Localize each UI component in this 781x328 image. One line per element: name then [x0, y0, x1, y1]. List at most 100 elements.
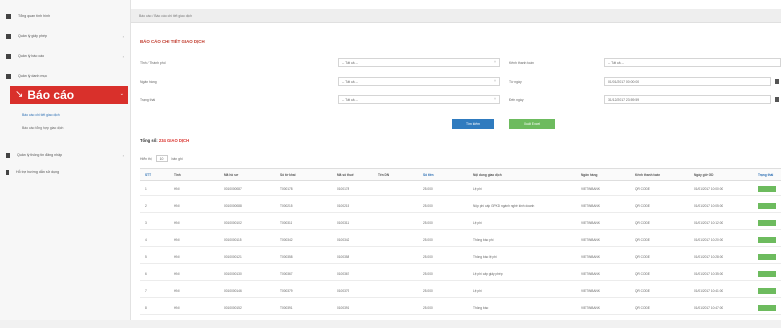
sidebar-item-label: Quản lý thông tin đăng nhập [17, 153, 63, 157]
sidebar-subitem-summary-report[interactable]: Báo cáo tổng hợp giao dịch [22, 126, 63, 130]
column-header[interactable]: Nội dung giao dịch [473, 173, 502, 177]
column-header[interactable]: Ngày giờ GD [694, 173, 713, 177]
sidebar-item-label: Quản lý danh mục [18, 74, 48, 78]
calendar-icon[interactable] [775, 79, 779, 84]
table-cell: 0010000102 [224, 221, 242, 225]
folder-icon [6, 73, 11, 79]
table-cell: 0100178 [337, 187, 350, 191]
chevron-down-icon: › [122, 153, 124, 158]
table-cell: 0010000130 [224, 272, 242, 276]
page-size-prefix: Hiển thị [140, 156, 152, 161]
table-cell: 0100342 [337, 238, 350, 242]
from-date-input[interactable]: 01/01/2017 00:00:00 [604, 77, 771, 86]
page-size-suffix: bản ghi [171, 156, 183, 161]
breadcrumb-text[interactable]: Báo cáo / Báo cáo chi tiết giao dịch [139, 14, 192, 18]
column-header[interactable]: Mã hồ sơ [224, 173, 238, 177]
bank-select-value: -- Tất cả -- [342, 79, 358, 84]
province-select[interactable]: -- Tất cả -- ˅ [338, 58, 500, 67]
sidebar-item-label: Hỗ trợ hướng dẫn sử dụng [16, 170, 60, 174]
table-row[interactable]: 2 HNI 0010000088 T000215 0100215 25.000 Nộp ph… [140, 199, 781, 213]
status-badge [758, 220, 776, 226]
column-header[interactable]: Trạng thái [758, 173, 773, 177]
table-cell: T000358 [280, 255, 293, 259]
table-cell: 0010000115 [224, 238, 242, 242]
status-badge [758, 305, 776, 311]
table-cell: T000311 [280, 221, 293, 225]
column-header[interactable]: Tỉnh [174, 173, 181, 177]
status-badge [758, 271, 776, 277]
table-cell: HNI [174, 238, 180, 242]
table-cell: HNI [174, 306, 180, 310]
table-cell: 0010000146 [224, 289, 242, 293]
chevron-down-icon: ˅ [494, 60, 496, 64]
table-cell: 0010000087 [224, 187, 242, 191]
chevron-down-icon: ⌄ [119, 91, 124, 97]
table-cell: HNI [174, 204, 180, 208]
sidebar-item-reports[interactable]: ↘ Báo cáo ⌄ [10, 86, 128, 104]
to-date-input[interactable]: 31/12/2017 23:59:59 [604, 95, 771, 104]
sidebar-subitem-detail-report[interactable]: Báo cáo chi tiết giao dịch [22, 113, 60, 117]
sidebar-item-label: Tổng quan tình hình [18, 14, 51, 18]
column-header[interactable]: Kênh thanh toán [635, 173, 660, 177]
chevron-down-icon: › [122, 54, 124, 59]
list-icon [6, 33, 11, 39]
table-cell: 25.000 [423, 272, 433, 276]
payment-channel-select[interactable]: -- Tất cả -- [604, 58, 781, 67]
bank-select[interactable]: -- Tất cả -- ˅ [338, 77, 500, 86]
table-cell: Lệ phí [473, 289, 482, 293]
page-size-control: Hiển thị 10 bản ghi [140, 155, 183, 162]
table-cell: T000379 [280, 289, 293, 293]
chevron-down-icon: ˅ [494, 79, 496, 83]
table-row[interactable]: 8 HNI 0010000152 T000391 0100391 25.000 Thông … [140, 301, 781, 315]
calendar-icon[interactable] [775, 97, 779, 102]
table-cell: 7 [145, 289, 147, 293]
chevron-down-icon: ˅ [494, 97, 496, 101]
sidebar: Tổng quan tình hình Quản lý giấy phép › … [0, 0, 131, 320]
column-header[interactable]: Ngân hàng [581, 173, 597, 177]
table-cell: VIETINBANK [581, 306, 600, 310]
column-header[interactable]: Tên DN [378, 173, 389, 177]
column-header[interactable]: Số tiền [423, 173, 434, 177]
sidebar-item-catalog[interactable]: Quản lý danh mục [0, 69, 131, 83]
table-cell: VIETINBANK [581, 289, 600, 293]
table-cell: VIETINBANK [581, 238, 600, 242]
province-select-value: -- Tất cả -- [342, 60, 358, 65]
breadcrumb: Báo cáo / Báo cáo chi tiết giao dịch [131, 9, 781, 23]
status-label: Trạng thái [140, 98, 156, 102]
table-cell: T000178 [280, 187, 293, 191]
table-cell: VIETINBANK [581, 255, 600, 259]
table-cell: 6 [145, 272, 147, 276]
table-cell: Nộp phí cấp GPKD ngành nghề kinh doanh [473, 204, 535, 208]
table-cell: 0100215 [337, 204, 350, 208]
page-size-select[interactable]: 10 [155, 155, 168, 162]
results-count: 234 GIAO DỊCH [158, 138, 190, 143]
table-cell: 8 [145, 306, 147, 310]
table-cell: 25.000 [423, 238, 433, 242]
export-excel-button[interactable]: Xuất Excel [509, 119, 555, 129]
table-row[interactable]: 6 HNI 0010000130 T000367 0100367 25.000 Lệ phí… [140, 267, 781, 281]
column-header[interactable]: Mã số thuế [337, 173, 354, 177]
page-title: BÁO CÁO CHI TIẾT GIAO DỊCH [140, 39, 205, 44]
table-cell: 01/01/2017 10:47:00 [694, 306, 724, 310]
sidebar-item-account[interactable]: Quản lý thông tin đăng nhập › [0, 148, 131, 162]
table-row[interactable]: 5 HNI 0010000121 T000358 0100358 25.000 Thông … [140, 250, 781, 264]
to-date-value: 31/12/2017 23:59:59 [608, 97, 640, 102]
table-row[interactable]: 1 HNI 0010000087 T000178 0100178 25.000 Lệ phí… [140, 182, 781, 196]
status-badge [758, 237, 776, 243]
table-cell: 5 [145, 255, 147, 259]
column-header[interactable]: Số tờ khai [280, 173, 296, 177]
sidebar-item-overview[interactable]: Tổng quan tình hình [0, 9, 131, 23]
sidebar-item-report-management[interactable]: Quản lý báo cáo › [0, 49, 131, 63]
table-row[interactable]: 3 HNI 0010000102 T000311 0100311 25.000 Lệ phí… [140, 216, 781, 230]
results-label: Tổng số: [140, 138, 158, 143]
column-header[interactable]: STT [145, 173, 151, 177]
status-select[interactable]: -- Tất cả -- ˅ [338, 95, 500, 104]
table-row[interactable]: 7 HNI 0010000146 T000379 0100379 25.000 Lệ phí… [140, 284, 781, 298]
table-cell: VIETINBANK [581, 187, 600, 191]
table-cell: VIETINBANK [581, 221, 600, 225]
table-cell: 01/01/2017 10:20:00 [694, 238, 724, 242]
search-button[interactable]: Tìm kiếm [452, 119, 494, 129]
table-row[interactable]: 4 HNI 0010000115 T000342 0100342 25.000 Thông … [140, 233, 781, 247]
sidebar-item-licenses[interactable]: Quản lý giấy phép › [0, 29, 131, 43]
sidebar-item-help[interactable]: Hỗ trợ hướng dẫn sử dụng [0, 165, 131, 179]
